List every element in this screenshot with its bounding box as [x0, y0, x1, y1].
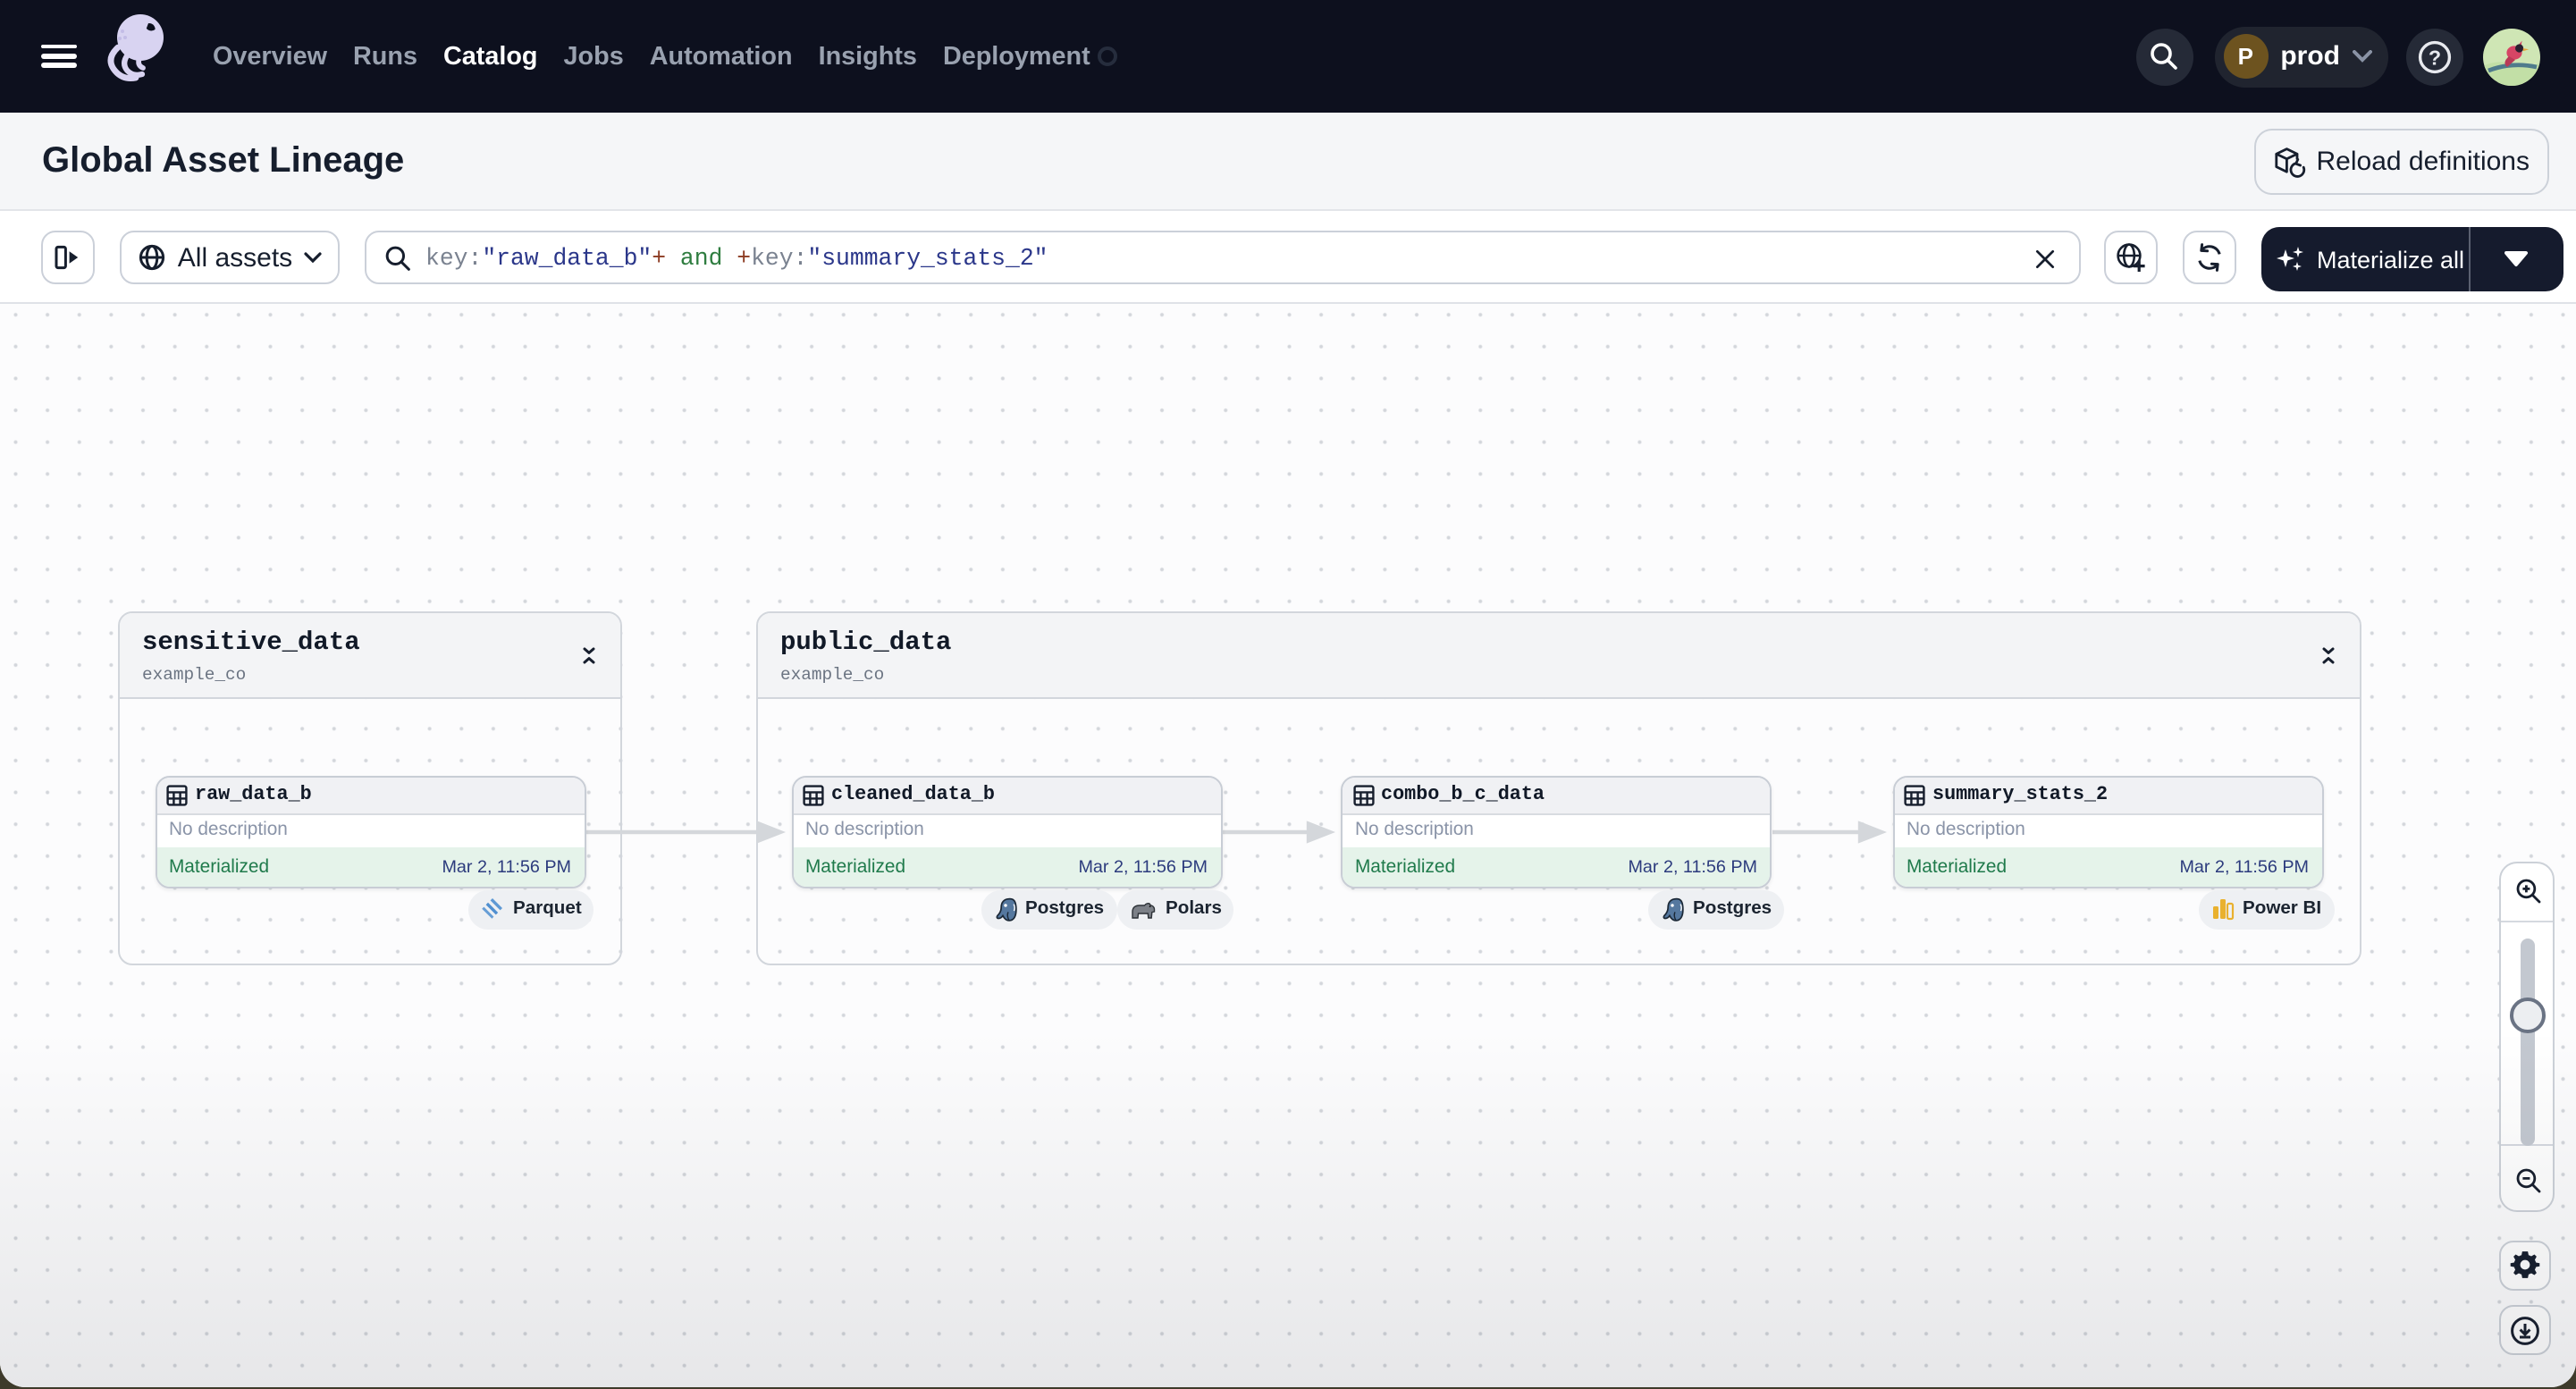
svg-text:?: ? [2429, 45, 2441, 68]
